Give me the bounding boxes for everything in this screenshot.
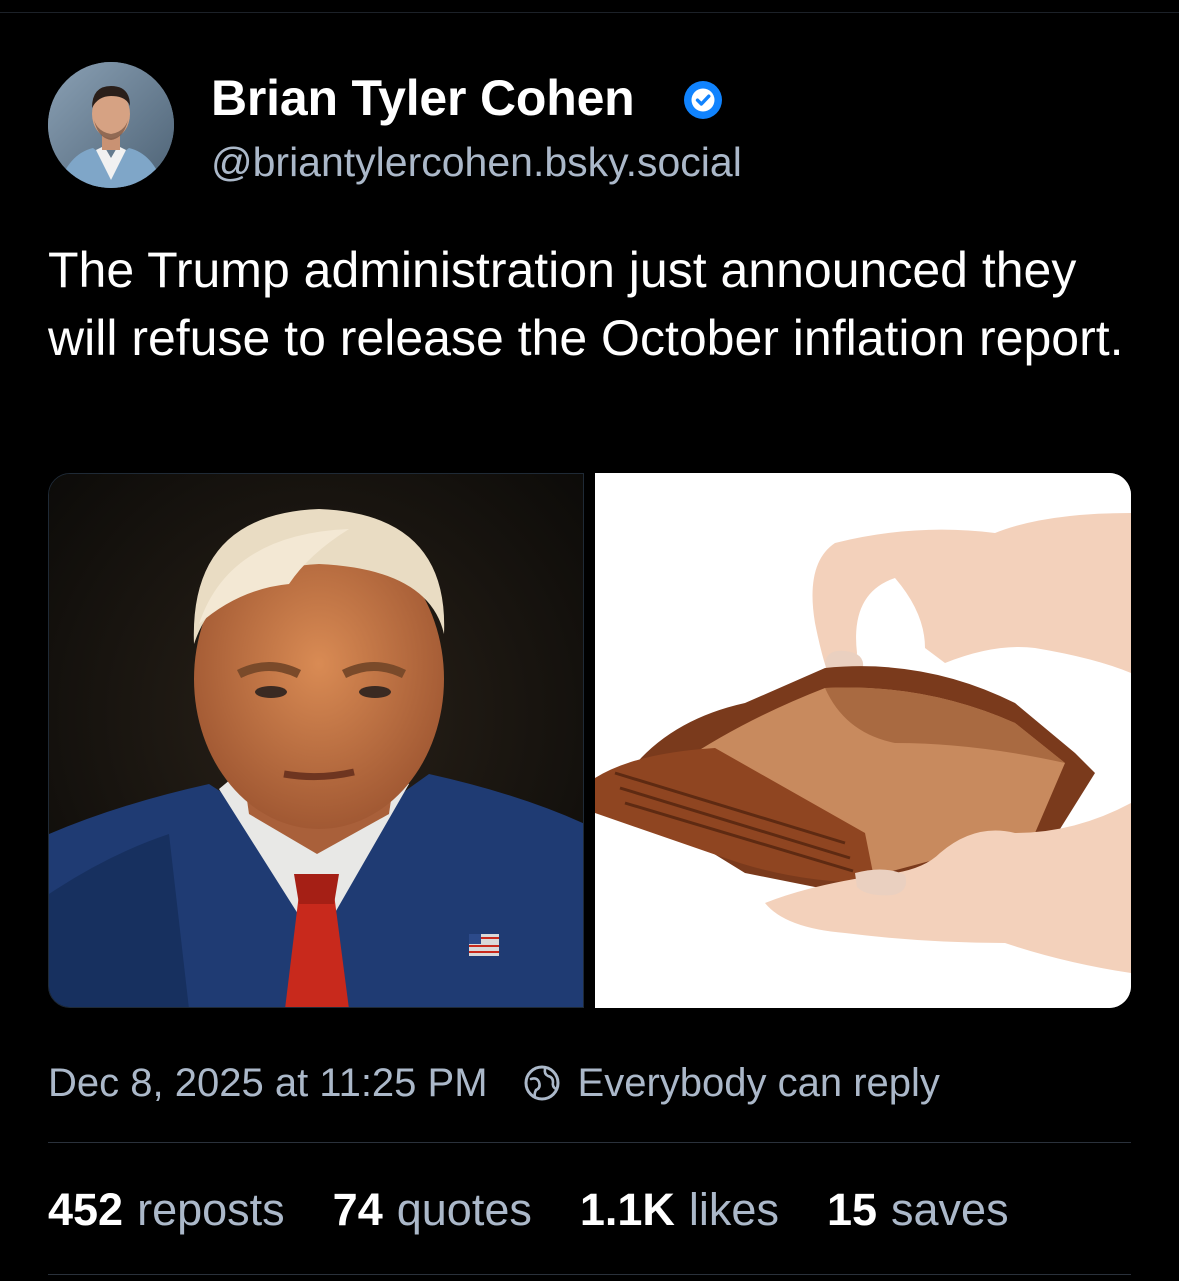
reposts-label: reposts <box>137 1184 285 1235</box>
quotes-stat[interactable]: 74 quotes <box>333 1180 532 1240</box>
post-image-portrait[interactable] <box>48 473 584 1008</box>
author-handle[interactable]: @briantylercohen.bsky.social <box>211 137 742 187</box>
verified-badge-icon[interactable] <box>682 79 724 121</box>
reply-setting-label[interactable]: Everybody can reply <box>578 1061 940 1106</box>
engagement-stats: 452 reposts 74 quotes 1.1K likes 15 save… <box>48 1180 1009 1240</box>
likes-stat[interactable]: 1.1K likes <box>580 1180 779 1240</box>
post-thread-item: Brian Tyler Cohen @briantylercohen.bsky.… <box>0 0 1179 1281</box>
post-image-wallet[interactable] <box>595 473 1131 1008</box>
reposts-count: 452 <box>48 1184 124 1235</box>
saves-label: saves <box>891 1184 1009 1235</box>
post-image-grid <box>48 473 1131 1008</box>
stats-divider-top <box>48 1142 1131 1143</box>
author-display-name[interactable]: Brian Tyler Cohen <box>211 70 635 126</box>
saves-count: 15 <box>826 1184 878 1235</box>
empty-wallet-photo-icon <box>595 473 1131 1008</box>
likes-label: likes <box>688 1184 779 1235</box>
author-avatar[interactable] <box>48 62 174 188</box>
quotes-label: quotes <box>396 1184 532 1235</box>
reposts-stat[interactable]: 452 reposts <box>48 1180 285 1240</box>
saves-stat[interactable]: 15 saves <box>827 1180 1009 1240</box>
globe-reply-icon <box>524 1065 560 1101</box>
portrait-photo-icon <box>49 474 583 1007</box>
post-text: The Trump administration just announced … <box>48 242 1124 366</box>
quotes-count: 74 <box>332 1184 383 1235</box>
stats-divider-bottom <box>48 1274 1131 1275</box>
post-timestamp[interactable]: Dec 8, 2025 at 11:25 PM <box>48 1061 488 1106</box>
likes-count: 1.1K <box>579 1184 675 1235</box>
avatar-photo <box>48 62 174 188</box>
post-meta-row: Dec 8, 2025 at 11:25 PM Everybody can re… <box>48 1055 940 1111</box>
